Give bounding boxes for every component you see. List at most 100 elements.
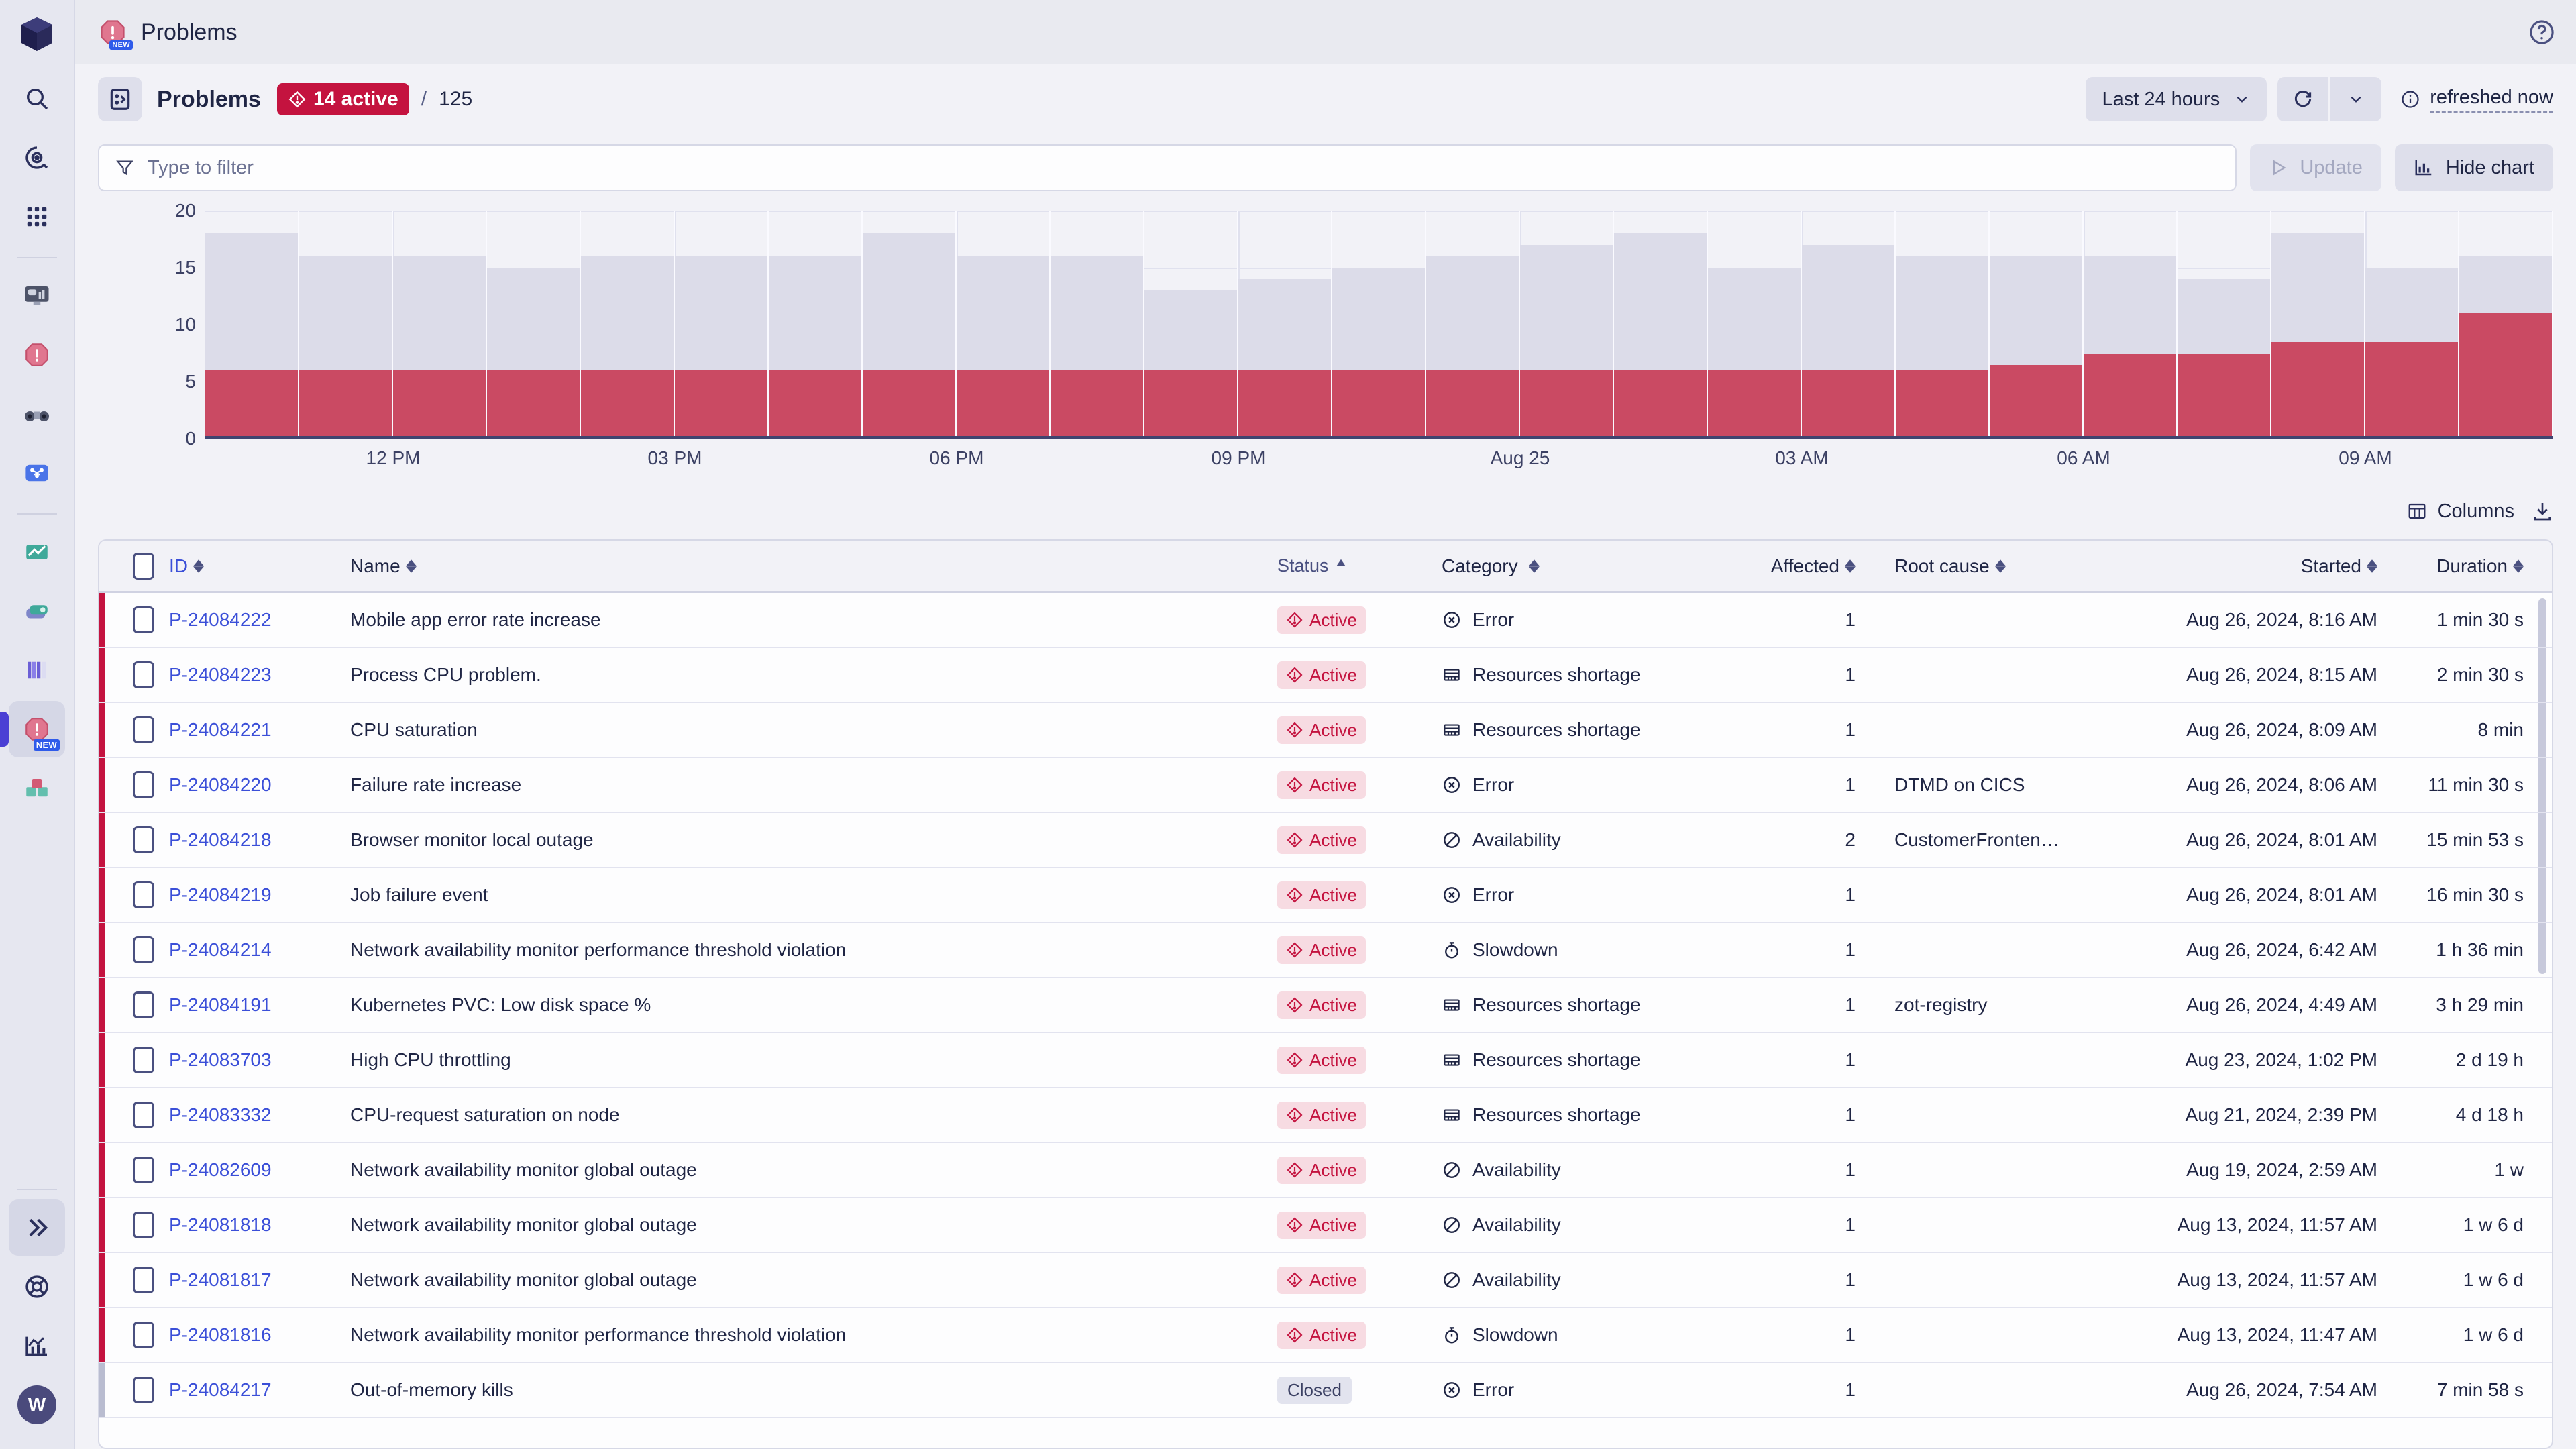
cell-id[interactable]: P-24084217 — [169, 1379, 350, 1401]
cell-id[interactable]: P-24084219 — [169, 884, 350, 906]
sidebar-item-davis-copilot[interactable] — [9, 129, 65, 186]
sort-icon[interactable] — [1995, 559, 2006, 573]
checkbox[interactable] — [133, 1102, 154, 1128]
row-checkbox[interactable] — [99, 1322, 169, 1348]
chart-bar[interactable] — [1144, 211, 1238, 439]
checkbox[interactable] — [133, 1377, 154, 1403]
chart-bar[interactable] — [205, 211, 299, 439]
table-row[interactable]: P-24081818Network availability monitor g… — [99, 1198, 2552, 1253]
sidebar-item-workflows[interactable] — [9, 445, 65, 501]
status-badge-active-count[interactable]: 14 active — [277, 83, 409, 115]
sidebar-item-problems-app[interactable]: NEW — [9, 701, 65, 757]
chart-bar[interactable] — [957, 211, 1051, 439]
sort-icon[interactable] — [2513, 559, 2524, 573]
table-row[interactable]: P-24084221CPU saturationActiveResources … — [99, 703, 2552, 758]
column-header-name[interactable]: Name — [350, 555, 1277, 577]
sort-icon[interactable] — [1845, 559, 1856, 573]
chart-bar[interactable] — [1426, 211, 1520, 439]
cell-id[interactable]: P-24084220 — [169, 774, 350, 796]
chart-bar[interactable] — [2459, 211, 2553, 439]
checkbox[interactable] — [133, 716, 154, 743]
chart-bar[interactable] — [2365, 211, 2459, 439]
table-row[interactable]: P-24084222Mobile app error rate increase… — [99, 593, 2552, 648]
help-circle-icon[interactable] — [2528, 18, 2556, 46]
chart-bar[interactable] — [1896, 211, 1990, 439]
chart-bar[interactable] — [1990, 211, 2084, 439]
column-header-affected[interactable]: Affected — [1770, 555, 1894, 577]
chart-bar[interactable] — [1520, 211, 1614, 439]
table-row[interactable]: P-24084217Out-of-memory killsClosedError… — [99, 1363, 2552, 1418]
sort-icon[interactable] — [1529, 559, 1540, 573]
chart-bar[interactable] — [581, 211, 675, 439]
cell-id[interactable]: P-24084223 — [169, 664, 350, 686]
sidebar-item-data-layers[interactable] — [9, 583, 65, 639]
row-checkbox[interactable] — [99, 1212, 169, 1238]
chart-bar[interactable] — [393, 211, 487, 439]
dynatrace-logo[interactable] — [19, 16, 55, 56]
sidebar-item-notebooks[interactable] — [9, 642, 65, 698]
sidebar-item-dashboards[interactable] — [9, 268, 65, 324]
checkbox[interactable] — [133, 1267, 154, 1293]
sidebar-item-expand-rail[interactable] — [9, 1199, 65, 1256]
checkbox[interactable] — [133, 881, 154, 908]
chart-bar[interactable] — [1238, 211, 1332, 439]
refreshed-status[interactable]: refreshed now — [2400, 87, 2553, 113]
chart-bar[interactable] — [863, 211, 957, 439]
cell-id[interactable]: P-24084214 — [169, 939, 350, 961]
user-avatar[interactable]: W — [9, 1377, 65, 1433]
checkbox[interactable] — [133, 606, 154, 633]
row-checkbox[interactable] — [99, 606, 169, 633]
cell-id[interactable]: P-24084218 — [169, 829, 350, 851]
sidebar-item-support[interactable] — [9, 1258, 65, 1315]
table-row[interactable]: P-24082609Network availability monitor g… — [99, 1143, 2552, 1198]
column-header-status[interactable]: Status — [1277, 555, 1442, 576]
cell-id[interactable]: P-24084222 — [169, 609, 350, 631]
row-checkbox[interactable] — [99, 1102, 169, 1128]
cell-id[interactable]: P-24084221 — [169, 719, 350, 741]
chart-plot-area[interactable] — [205, 211, 2553, 439]
sidebar-item-search[interactable] — [9, 70, 65, 127]
refresh-options-button[interactable] — [2330, 77, 2381, 121]
checkbox[interactable] — [133, 1157, 154, 1183]
table-row[interactable]: P-24083703High CPU throttlingActiveResou… — [99, 1033, 2552, 1088]
checkbox[interactable] — [133, 1212, 154, 1238]
chart-bar[interactable] — [299, 211, 393, 439]
chart-bar[interactable] — [769, 211, 863, 439]
select-all-checkbox[interactable] — [99, 553, 169, 580]
table-row[interactable]: P-24081816Network availability monitor p… — [99, 1308, 2552, 1363]
problems-panel-icon[interactable] — [98, 77, 142, 121]
sidebar-item-usage[interactable] — [9, 1318, 65, 1374]
table-row[interactable]: P-24084218Browser monitor local outageAc… — [99, 813, 2552, 868]
checkbox[interactable] — [133, 1322, 154, 1348]
checkbox[interactable] — [133, 826, 154, 853]
sidebar-item-kubernetes[interactable] — [9, 760, 65, 816]
checkbox[interactable] — [133, 771, 154, 798]
row-checkbox[interactable] — [99, 1157, 169, 1183]
column-header-root[interactable]: Root cause — [1894, 555, 2096, 577]
table-row[interactable]: P-24084191Kubernetes PVC: Low disk space… — [99, 978, 2552, 1033]
chart-bar[interactable] — [675, 211, 769, 439]
sidebar-item-apps[interactable] — [9, 189, 65, 245]
sort-icon[interactable] — [1334, 558, 1348, 574]
cell-id[interactable]: P-24084191 — [169, 994, 350, 1016]
sort-icon[interactable] — [406, 559, 417, 573]
update-button[interactable]: Update — [2250, 144, 2381, 191]
hide-chart-button[interactable]: Hide chart — [2395, 144, 2553, 191]
row-checkbox[interactable] — [99, 661, 169, 688]
table-row[interactable]: P-24081817Network availability monitor g… — [99, 1253, 2552, 1308]
cell-id[interactable]: P-24081816 — [169, 1324, 350, 1346]
row-checkbox[interactable] — [99, 771, 169, 798]
table-row[interactable]: P-24084223Process CPU problem.ActiveReso… — [99, 648, 2552, 703]
row-checkbox[interactable] — [99, 936, 169, 963]
timeframe-selector[interactable]: Last 24 hours — [2086, 77, 2267, 121]
row-checkbox[interactable] — [99, 716, 169, 743]
row-checkbox[interactable] — [99, 991, 169, 1018]
cell-id[interactable]: P-24081817 — [169, 1269, 350, 1291]
cell-id[interactable]: P-24083332 — [169, 1104, 350, 1126]
checkbox[interactable] — [133, 553, 154, 580]
column-header-category[interactable]: Category — [1442, 555, 1770, 577]
chart-bar[interactable] — [1332, 211, 1426, 439]
cell-id[interactable]: P-24081818 — [169, 1214, 350, 1236]
chart-bar[interactable] — [1614, 211, 1708, 439]
table-row[interactable]: P-24083332CPU-request saturation on node… — [99, 1088, 2552, 1143]
